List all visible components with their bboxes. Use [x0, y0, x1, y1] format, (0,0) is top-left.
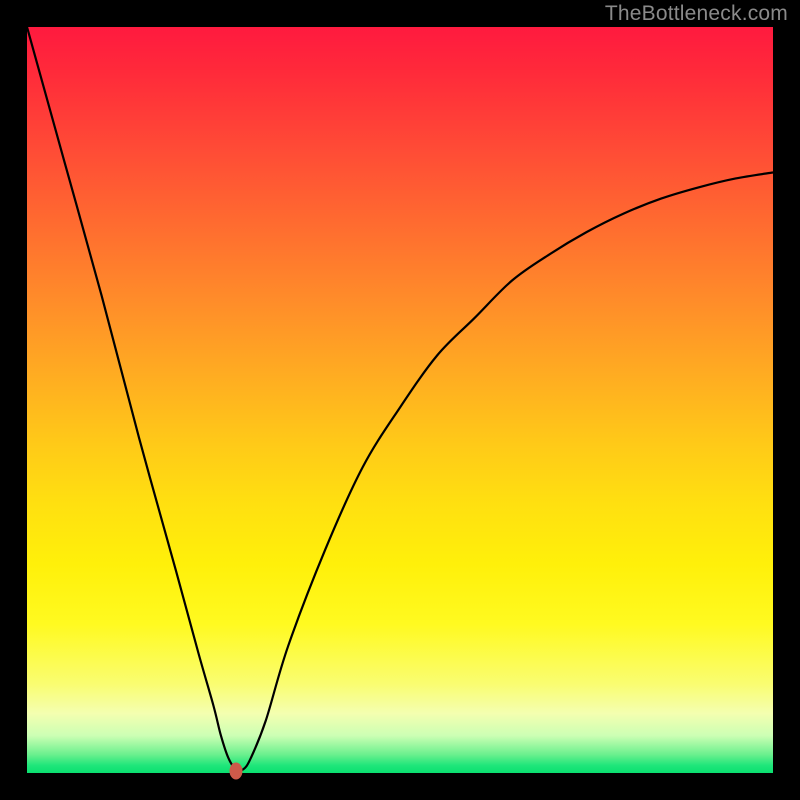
- chart-frame: TheBottleneck.com: [0, 0, 800, 800]
- watermark-text: TheBottleneck.com: [605, 2, 788, 26]
- bottleneck-curve: [27, 27, 773, 773]
- optimal-point-marker: [229, 762, 242, 779]
- curve-path: [27, 27, 773, 771]
- plot-area: [27, 27, 773, 773]
